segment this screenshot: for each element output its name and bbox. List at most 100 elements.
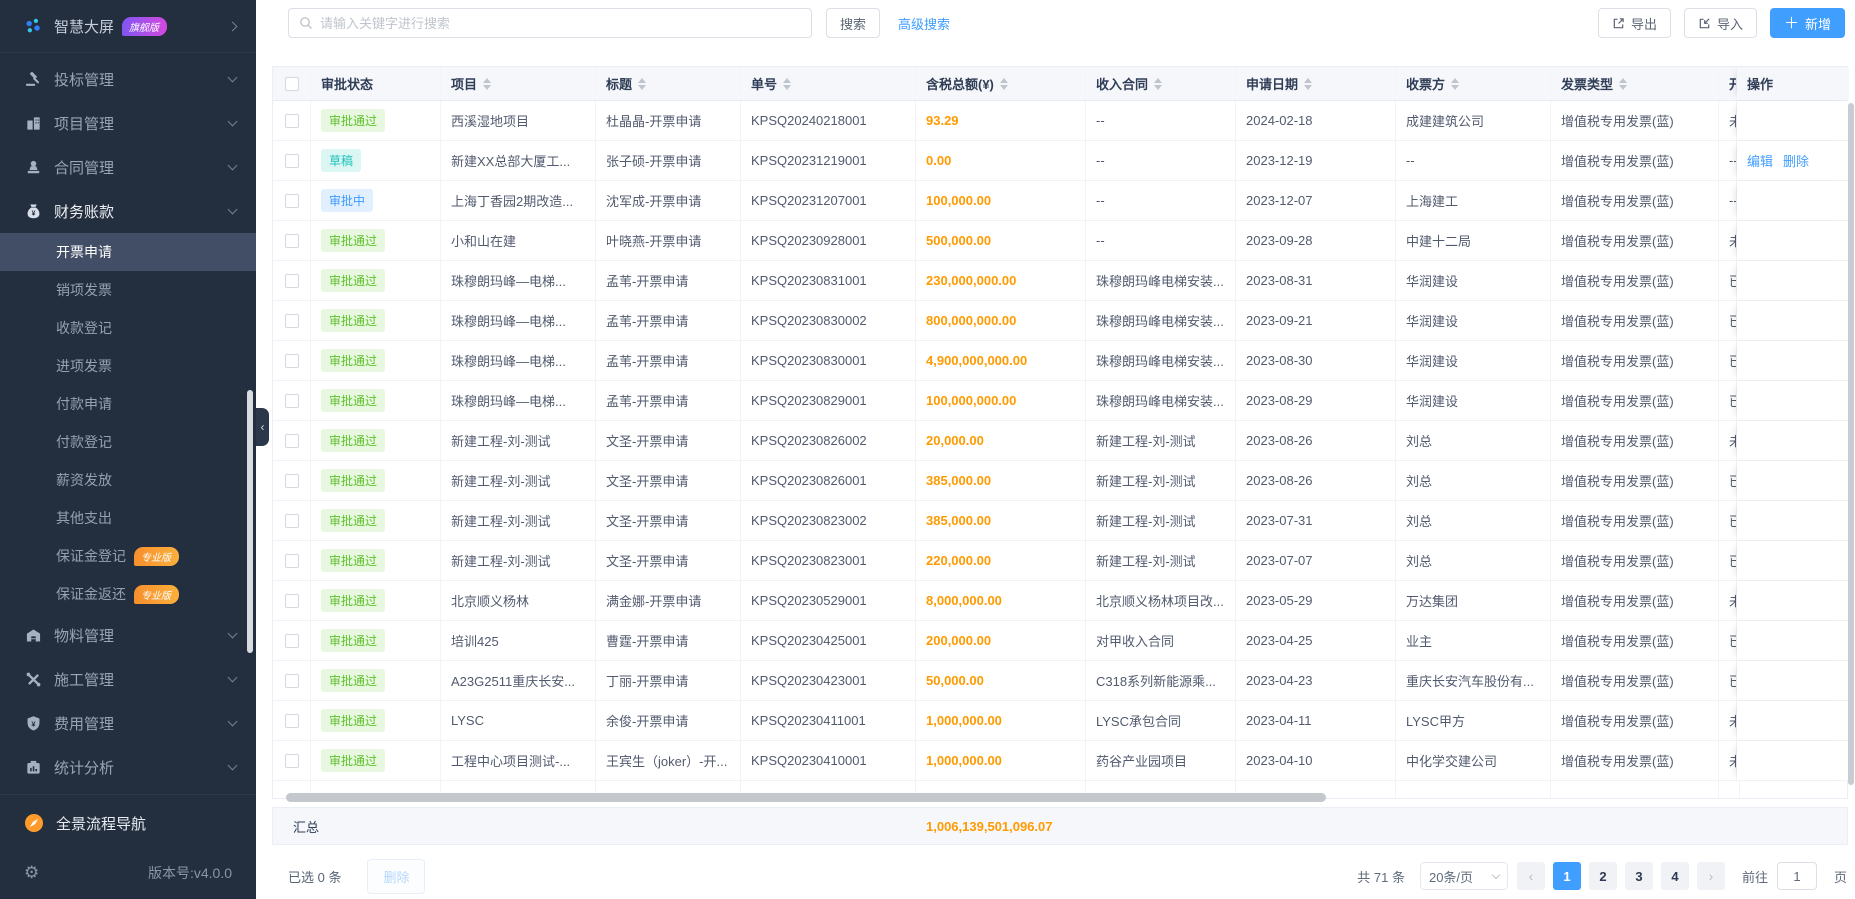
table-cell: 已开票 [1719,541,1737,580]
column-header[interactable]: 项目 [441,67,596,100]
sort-icon[interactable] [638,78,646,90]
row-checkbox[interactable] [285,714,299,728]
table-cell: 培训425 [441,621,596,660]
table-cell: 北京顺义杨林 [441,581,596,620]
page-button[interactable]: 3 [1625,862,1653,890]
edit-link[interactable]: 编辑 [1747,151,1773,170]
next-page-button[interactable]: › [1697,862,1725,890]
column-header[interactable]: 申请日期 [1236,67,1396,100]
page-size-select[interactable]: 20条/页 [1420,862,1508,890]
delete-link[interactable]: 删除 [1783,151,1809,170]
advanced-search-link[interactable]: 高级搜索 [898,14,950,33]
sidebar-item-project-mgmt[interactable]: 项目管理 [0,101,256,145]
sidebar-item-construction-mgmt[interactable]: 施工管理 [0,657,256,701]
sidebar-item-deposit-return[interactable]: 保证金返还专业版 [0,575,256,613]
sidebar-item-smart-screen[interactable]: 智慧大屏旗舰版 [0,4,256,48]
sidebar-item-input-invoice[interactable]: 进项发票 [0,347,256,385]
row-checkbox[interactable] [285,554,299,568]
table-cell: 新建工程-刘-测试 [441,421,596,460]
sidebar-item-other-expense[interactable]: 其他支出 [0,499,256,537]
column-header[interactable]: 标题 [596,67,741,100]
sidebar-item-receipt-register[interactable]: 收款登记 [0,309,256,347]
status-badge: 审批通过 [321,509,385,532]
column-header[interactable]: 收入合同 [1086,67,1236,100]
row-checkbox[interactable] [285,354,299,368]
table-cell: 93.29 [916,101,1086,140]
row-checkbox[interactable] [285,154,299,168]
row-checkbox[interactable] [285,474,299,488]
status-badge: 审批通过 [321,229,385,252]
gear-icon[interactable]: ⚙ [24,863,39,883]
prev-page-button[interactable]: ‹ [1517,862,1545,890]
page-button[interactable]: 2 [1589,862,1617,890]
table-cell: KPSQ20230826001 [741,461,916,500]
sidebar-item-deposit-register[interactable]: 保证金登记专业版 [0,537,256,575]
select-all-cell [273,67,311,100]
row-checkbox[interactable] [285,434,299,448]
search-input[interactable] [320,16,801,31]
sidebar-item-material-mgmt[interactable]: 物料管理 [0,613,256,657]
column-header[interactable]: 含税总额(¥) [916,67,1086,100]
import-button[interactable]: 导入 [1684,8,1757,38]
table-cell [1737,621,1849,660]
sidebar-item-payment-apply[interactable]: 付款申请 [0,385,256,423]
row-checkbox[interactable] [285,314,299,328]
table-cell: 已开票 [1719,301,1737,340]
table-cell: 刘总 [1396,541,1551,580]
row-checkbox[interactable] [285,674,299,688]
chevron-down-icon [228,761,238,771]
row-checkbox[interactable] [285,234,299,248]
select-all-checkbox[interactable] [285,77,299,91]
sidebar-item-bidding-mgmt[interactable]: 投标管理 [0,57,256,101]
page-button[interactable]: 1 [1553,862,1581,890]
horizontal-scrollbar[interactable] [286,793,1326,802]
row-checkbox[interactable] [285,594,299,608]
table-cell: 文圣-开票申请 [596,501,741,540]
sidebar-divider [0,52,256,53]
vertical-scrollbar[interactable] [1848,103,1854,785]
row-checkbox[interactable] [285,754,299,768]
row-checkbox[interactable] [285,114,299,128]
sidebar-item-process-navigation[interactable]: 全景流程导航 [0,799,256,847]
sort-icon[interactable] [1451,78,1459,90]
table-cell [1737,541,1849,580]
sort-icon[interactable] [1154,78,1162,90]
table-cell: 审批通过 [311,381,441,420]
sort-icon[interactable] [1304,78,1312,90]
page-button[interactable]: 4 [1661,862,1689,890]
column-header[interactable]: 单号 [741,67,916,100]
row-checkbox[interactable] [285,194,299,208]
sidebar-item-invoice-apply[interactable]: 开票申请 [0,233,256,271]
table-cell: 审批通过 [311,621,441,660]
goto-page-input[interactable] [1777,862,1817,890]
sidebar-item-finance-mgmt[interactable]: ¥财务账款 [0,189,256,233]
export-button[interactable]: 导出 [1598,8,1671,38]
row-checkbox[interactable] [285,274,299,288]
sidebar-item-salary-pay[interactable]: 薪资发放 [0,461,256,499]
sidebar-item-contract-mgmt[interactable]: 合同管理 [0,145,256,189]
sort-icon[interactable] [483,78,491,90]
row-checkbox[interactable] [285,394,299,408]
add-button[interactable]: ＋ 新增 [1770,8,1845,38]
sort-icon[interactable] [783,78,791,90]
sidebar-item-stats-analysis[interactable]: 统计分析 [0,745,256,789]
sort-icon[interactable] [1000,78,1008,90]
delete-button[interactable]: 删除 [367,859,425,894]
column-header[interactable]: 发票类型 [1551,67,1719,100]
sort-icon[interactable] [1619,78,1627,90]
table-cell: 2023-08-26 [1236,421,1396,460]
search-button[interactable]: 搜索 [826,8,880,38]
sidebar-item-label: 项目管理 [54,113,114,134]
table-cell: 2023-08-29 [1236,381,1396,420]
sidebar-item-expense-mgmt[interactable]: ¥费用管理 [0,701,256,745]
row-checkbox[interactable] [285,634,299,648]
sidebar-item-sales-invoice[interactable]: 销项发票 [0,271,256,309]
sidebar-scrollbar[interactable] [247,390,253,653]
row-checkbox[interactable] [285,514,299,528]
sidebar-collapse-handle[interactable]: ‹ [256,408,269,446]
sidebar-item-payment-register[interactable]: 付款登记 [0,423,256,461]
table-cell: -- [1719,181,1737,220]
column-header[interactable]: 收票方 [1396,67,1551,100]
column-header: 操作 [1737,67,1849,100]
status-badge: 审批中 [321,189,373,212]
